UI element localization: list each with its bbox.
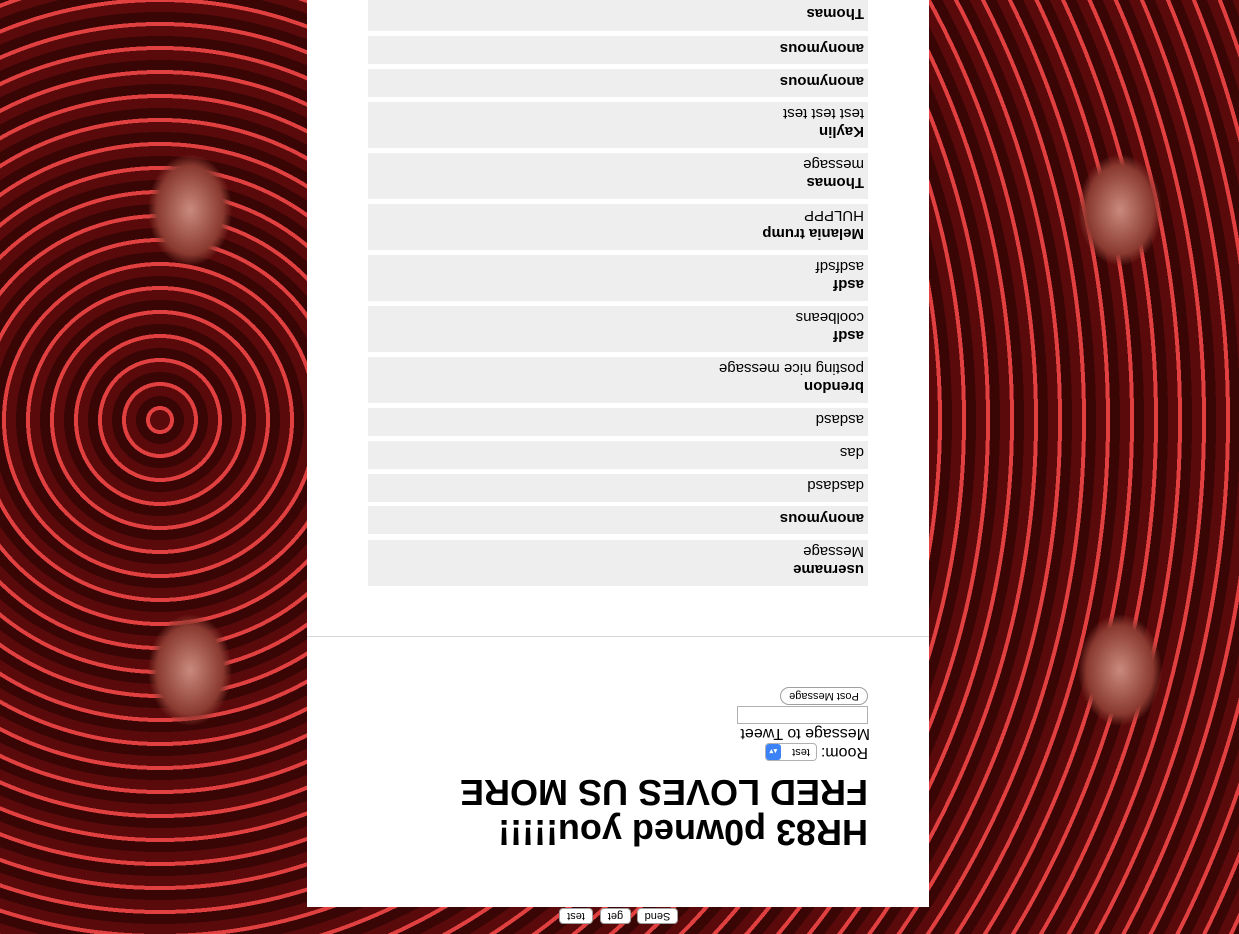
list-item: asdf coolbeans	[368, 306, 868, 352]
message-text: message	[803, 156, 864, 173]
divider	[307, 636, 929, 637]
send-button[interactable]: Send	[637, 908, 678, 924]
list-item: asdasd	[368, 408, 868, 436]
page-title: HR83 p0wned you!!!!! FRED LOVES US MORE	[459, 772, 868, 853]
message-user: username	[793, 561, 864, 578]
list-item: das	[368, 441, 868, 469]
message-user: brendon	[804, 378, 864, 395]
message-text: Message	[803, 543, 864, 560]
room-select-value: test	[792, 746, 810, 758]
message-text: das	[839, 444, 864, 461]
message-user: anonymous	[779, 40, 864, 57]
tweet-label: Message to Tweet	[740, 725, 870, 742]
post-message-button[interactable]: Post Message	[780, 687, 868, 705]
message-user: anonymous	[779, 510, 864, 527]
message-user: anonymous	[779, 73, 864, 90]
list-item: dasdasd	[368, 474, 868, 502]
message-text: posting nice message	[718, 360, 864, 377]
message-user: asdf	[833, 276, 864, 293]
list-item: Thomasmessage	[368, 0, 868, 31]
message-text: coolbeans	[795, 309, 864, 326]
message-user: asdf	[833, 327, 864, 344]
message-text: asdasd	[815, 411, 864, 428]
get-button[interactable]: get	[600, 908, 631, 924]
list-item: asdf asdfsdf	[368, 255, 868, 301]
message-user: Kaylin	[818, 123, 864, 140]
message-user: Thomas	[806, 5, 864, 22]
message-text: message	[368, 0, 864, 4]
list-item: Kaylin test test test	[368, 102, 868, 148]
message-text: asdfsdf	[815, 258, 864, 275]
tweet-input[interactable]	[737, 706, 868, 724]
list-item: anonymous	[368, 36, 868, 64]
room-label: Room:	[820, 744, 868, 761]
message-text: dasdasd	[807, 477, 864, 494]
list-item: anonymous	[368, 506, 868, 534]
message-text: test test test	[783, 105, 864, 122]
list-item: anonymous	[368, 69, 868, 97]
message-text: HULPPP	[803, 207, 864, 224]
list-item: Melania trump HULPPP	[368, 204, 868, 250]
list-item: username Message	[368, 540, 868, 586]
room-selector: Room: test ▴▾	[730, 741, 868, 763]
list-item: brendon posting nice message	[368, 357, 868, 403]
room-select[interactable]: test ▴▾	[764, 743, 817, 761]
select-arrows-icon: ▴▾	[765, 744, 781, 760]
list-item: Thomasmessage	[368, 153, 868, 199]
test-button[interactable]: test	[559, 908, 593, 924]
message-user: Melania trump	[762, 225, 864, 242]
message-user: Thomas	[806, 174, 864, 191]
